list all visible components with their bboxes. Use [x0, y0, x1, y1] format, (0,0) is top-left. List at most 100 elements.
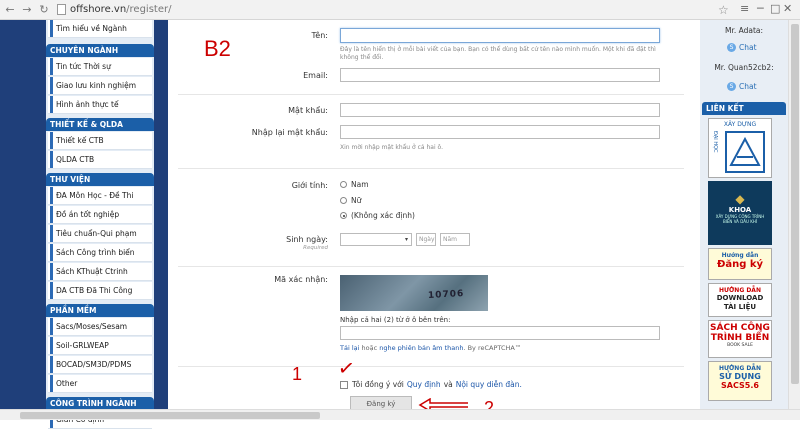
banner-sacs[interactable]: HƯỚNG DẪN SỬ DỤNG SACS5.6: [708, 361, 772, 401]
dob-day-input[interactable]: Ngày: [416, 233, 436, 246]
agree-prefix: Tôi đồng ý với: [352, 380, 404, 389]
sidebar-item[interactable]: QLDA CTB: [48, 151, 152, 169]
sidebar-item-label: Tìm hiểu về Ngành: [56, 24, 127, 33]
banner-sach-cong-trinh-bien[interactable]: SÁCH CÔNG TRÌNH BIỂN BOOK SALE: [708, 320, 772, 358]
banner-text: Đăng ký: [716, 259, 764, 270]
sidebar-item[interactable]: Soil-GRLWEAP: [48, 337, 152, 355]
chat-label: Chat: [739, 43, 757, 52]
password-input[interactable]: [340, 103, 660, 117]
sidebar-item[interactable]: Hình ảnh thực tế: [48, 96, 152, 114]
chat-link[interactable]: S Chat: [727, 82, 757, 91]
bookmark-star-icon[interactable]: ☆: [718, 3, 729, 17]
close-icon[interactable]: ✕: [783, 2, 792, 15]
dob-label: Sinh ngày:: [286, 235, 328, 244]
name-label: Tên:: [311, 31, 328, 40]
sidebar-item[interactable]: BOCAD/SM3D/PDMS: [48, 356, 152, 374]
sidebar-item-label: Sách Công trình biển: [56, 248, 135, 257]
gender-radio-female[interactable]: Nữ: [340, 196, 361, 205]
divider: [178, 94, 684, 95]
email-input[interactable]: [340, 68, 660, 82]
banner-text: TRÌNH BIỂN: [710, 333, 770, 343]
banner-text: ĐẠI HỌC: [712, 131, 718, 153]
captcha-audio-link[interactable]: nghe phiên bản âm thanh: [379, 344, 463, 352]
reload-icon[interactable]: ↻: [37, 3, 51, 17]
agree-checkbox[interactable]: [340, 380, 348, 389]
settings-icon[interactable]: ≡: [740, 2, 749, 15]
chat-link[interactable]: S Chat: [727, 43, 757, 52]
dob-year-input[interactable]: Năm: [440, 233, 470, 246]
chat-icon: S: [727, 82, 736, 91]
sidebar-item[interactable]: Other: [48, 375, 152, 393]
url-path: /register/: [126, 4, 172, 15]
banner-text: HƯỚNG DẪN: [719, 287, 761, 294]
sidebar-item-label: Đồ án tốt nghiệp: [56, 210, 120, 219]
sidebar-item[interactable]: Đồ án tốt nghiệp: [48, 206, 152, 224]
captcha-or: hoặc: [361, 344, 378, 352]
captcha-prompt: Nhập cả hai (2) từ ở ô bên trên:: [340, 316, 451, 324]
gender-label: Giới tính:: [291, 181, 328, 190]
maximize-icon[interactable]: □: [770, 2, 780, 15]
agree-row: Tôi đồng ý với Quy định và Nội quy diễn …: [340, 380, 525, 389]
divider: [178, 366, 684, 367]
minimize-icon[interactable]: ─: [757, 2, 764, 15]
sidebar-item[interactable]: DA CTB Đã Thi Công: [48, 282, 152, 300]
browser-toolbar: ← → ↻ offshore.vn/register/: [0, 0, 800, 20]
scrollbar-thumb[interactable]: [20, 412, 320, 419]
dob-year-placeholder: Năm: [443, 236, 458, 243]
banner-huong-dan-dang-ky[interactable]: Hướng dẫn Đăng ký: [708, 248, 772, 280]
captcha-reload-link[interactable]: Tải lại: [340, 344, 359, 352]
sidebar-item-label: Tiêu chuẩn-Qui phạm: [56, 229, 137, 238]
sidebar-section-title: CHUYÊN NGÀNH: [46, 44, 154, 57]
banner-text: XÂY DỰNG: [723, 121, 757, 128]
dob-month-select[interactable]: ▾: [340, 233, 412, 246]
chat-icon: S: [727, 43, 736, 52]
chevron-down-icon: ▾: [404, 236, 408, 243]
banner-text: Hướng dẫn: [721, 252, 759, 259]
horizontal-scrollbar[interactable]: [0, 409, 800, 420]
sidebar-item-label: Thiết kế CTB: [56, 136, 104, 145]
address-bar[interactable]: offshore.vn/register/: [57, 2, 171, 18]
sidebar-item[interactable]: ĐA Môn Học - Đề Thi: [48, 187, 152, 205]
page-icon: [57, 4, 66, 15]
sidebar-item[interactable]: Tiêu chuẩn-Qui phạm: [48, 225, 152, 243]
policy-link[interactable]: Nội quy diễn đàn.: [456, 380, 522, 389]
banner-download[interactable]: HƯỚNG DẪN DOWNLOAD TÀI LIỆU: [708, 283, 772, 317]
gender-radio-male[interactable]: Nam: [340, 180, 369, 189]
banner-xay-dung[interactable]: XÂY DỰNG ĐẠI HỌC: [708, 118, 772, 178]
annotation-one: 1: [292, 364, 303, 384]
sidebar-item[interactable]: Sách KThuật Ctrinh: [48, 263, 152, 281]
sidebar-item-about[interactable]: Tìm hiểu về Ngành: [48, 20, 152, 38]
left-sidebar: Tìm hiểu về Ngành CHUYÊN NGÀNH Tin tức T…: [46, 20, 154, 429]
scrollbar-thumb[interactable]: [791, 24, 799, 384]
back-icon[interactable]: ←: [3, 3, 17, 17]
sidebar-item[interactable]: Sacs/Moses/Sesam: [48, 318, 152, 336]
links-section-title: LIÊN KẾT: [702, 102, 786, 115]
radio-selected-icon: [340, 212, 347, 219]
captcha-input[interactable]: [340, 326, 660, 340]
gender-radio-unspecified[interactable]: (Không xác định): [340, 211, 415, 220]
confirm-password-label: Nhập lại mật khẩu:: [251, 128, 328, 137]
sidebar-section-title: PHẦN MỀM: [46, 304, 154, 317]
email-label: Email:: [303, 71, 328, 80]
sidebar-item[interactable]: Giao lưu kinh nghiệm: [48, 77, 152, 95]
sidebar-item-label: Sách KThuật Ctrinh: [56, 267, 128, 276]
radio-icon: [340, 197, 347, 204]
sidebar-section-title: THIẾT KẾ & QLDA: [46, 118, 154, 131]
sidebar-item[interactable]: Thiết kế CTB: [48, 132, 152, 150]
banner-khoa[interactable]: ◆ KHOA XÂY DỰNG CÔNG TRÌNH BIỂN VÀ DẦU K…: [708, 181, 772, 245]
confirm-password-input[interactable]: [340, 125, 660, 139]
sidebar-item[interactable]: Tin tức Thời sự: [48, 58, 152, 76]
forward-icon[interactable]: →: [20, 3, 34, 17]
banner-text: KHOA: [728, 206, 752, 214]
sidebar-item-label: Tin tức Thời sự: [56, 62, 111, 71]
sidebar-item-label: BOCAD/SM3D/PDMS: [56, 360, 132, 369]
sidebar-item-label: ĐA Môn Học - Đề Thi: [56, 191, 134, 200]
banner-text: SÁCH CÔNG: [710, 323, 770, 333]
rules-link[interactable]: Quy định: [407, 380, 441, 389]
sidebar-item-label: QLDA CTB: [56, 155, 95, 164]
password-hint: Xin mời nhập mật khẩu ở cả hai ô.: [340, 144, 444, 151]
vertical-scrollbar[interactable]: [788, 20, 800, 410]
name-input[interactable]: [340, 28, 660, 43]
sidebar-item[interactable]: Sách Công trình biển: [48, 244, 152, 262]
banner-text: DOWNLOAD TÀI LIỆU: [716, 294, 764, 311]
